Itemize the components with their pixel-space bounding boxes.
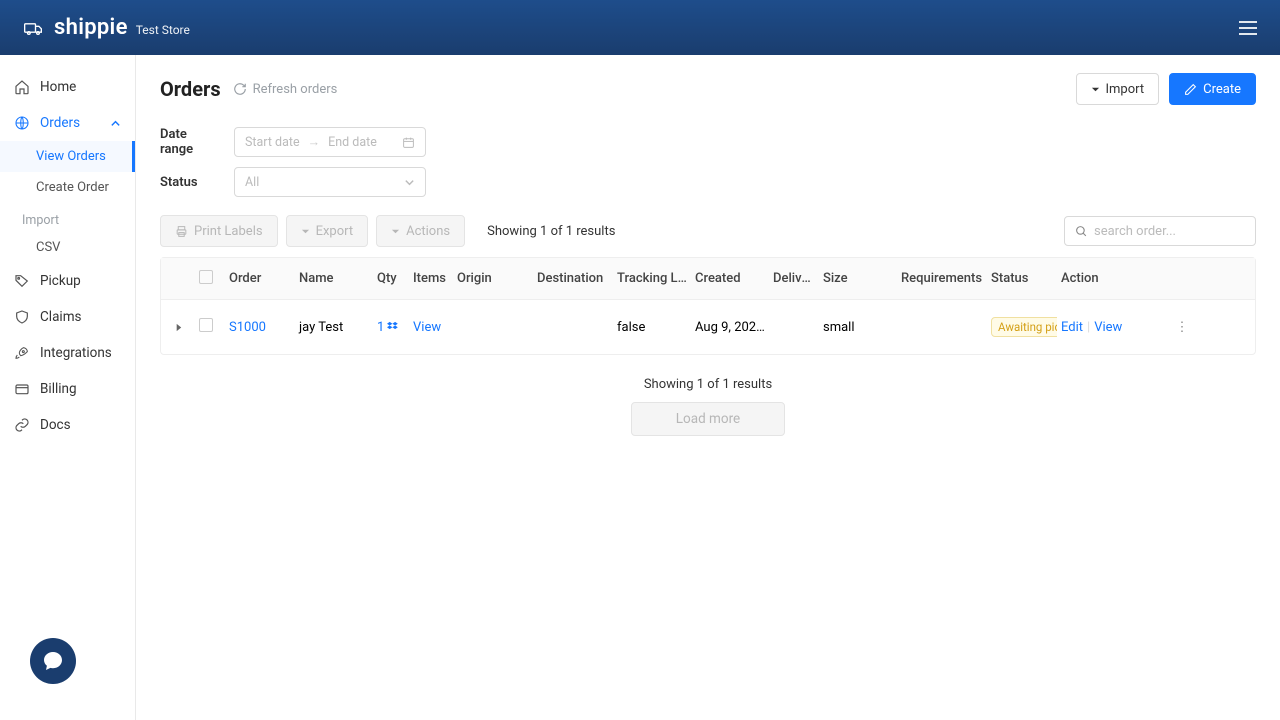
results-summary: Showing 1 of 1 results [487, 224, 615, 239]
top-header: shippie Test Store [0, 0, 1280, 55]
date-range-label: Date range [160, 127, 222, 157]
sidebar-item-integrations[interactable]: Integrations [0, 335, 135, 371]
caret-down-icon [391, 227, 400, 236]
col-delivered: Delivered [769, 271, 819, 286]
order-id-link[interactable]: S1000 [225, 320, 295, 335]
date-range-picker[interactable]: Start date → End date [234, 127, 426, 157]
chevron-up-icon [110, 118, 121, 129]
home-icon [14, 79, 30, 95]
col-size: Size [819, 271, 897, 286]
cell-size: small [819, 320, 897, 335]
sidebar-label: Claims [40, 309, 82, 325]
cell-qty[interactable]: 1 [373, 320, 409, 335]
refresh-orders[interactable]: Refresh orders [233, 82, 338, 97]
refresh-icon [233, 82, 247, 96]
sidebar-item-orders[interactable]: Orders [0, 105, 135, 141]
sidebar-sub-create-order[interactable]: Create Order [0, 172, 135, 203]
arrow-right-icon: → [308, 135, 321, 150]
sidebar-item-home[interactable]: Home [0, 69, 135, 105]
sidebar-label: Integrations [40, 345, 112, 361]
edit-link[interactable]: Edit [1061, 320, 1083, 335]
end-date-ph: End date [328, 135, 377, 150]
row-expand[interactable] [161, 323, 195, 332]
start-date-ph: Start date [245, 135, 300, 150]
shield-icon [14, 309, 30, 325]
chevron-down-icon [404, 177, 415, 188]
rocket-icon [14, 345, 30, 361]
col-status: Status [987, 271, 1057, 286]
sidebar-item-docs[interactable]: Docs [0, 407, 135, 443]
cell-status: Awaiting picku [987, 317, 1057, 337]
sidebar: Home Orders View Orders Create Order Imp… [0, 55, 136, 720]
tag-icon [14, 273, 30, 289]
col-origin: Origin [453, 271, 533, 286]
search-icon [1075, 225, 1088, 238]
col-tracking: Tracking Link [613, 271, 691, 286]
table-row: S1000 jay Test 1 View false Aug 9, 202..… [161, 300, 1255, 354]
chat-icon [41, 649, 65, 673]
col-items: Items [409, 271, 453, 286]
sidebar-item-claims[interactable]: Claims [0, 299, 135, 335]
col-qty: Qty [373, 271, 409, 286]
globe-icon [14, 115, 30, 131]
sidebar-heading-import: Import [0, 203, 135, 232]
box-truck-icon [22, 18, 44, 38]
cell-created: Aug 9, 202... [691, 320, 769, 335]
row-more-menu[interactable]: ⋮ [1167, 320, 1197, 335]
sidebar-sub-view-orders[interactable]: View Orders [0, 141, 135, 172]
print-labels-button[interactable]: Print Labels [160, 215, 278, 247]
col-action: Action [1057, 271, 1167, 286]
search-input[interactable]: search order... [1064, 216, 1256, 246]
sidebar-label: Billing [40, 381, 77, 397]
content-area: Orders Refresh orders Import Create [136, 55, 1280, 720]
menu-icon[interactable] [1238, 20, 1258, 36]
orders-table: Order Name Qty Items Origin Destination … [160, 257, 1256, 355]
calendar-icon [402, 136, 415, 149]
link-icon [14, 417, 30, 433]
sidebar-item-pickup[interactable]: Pickup [0, 263, 135, 299]
view-link[interactable]: View [1094, 320, 1122, 335]
actions-button[interactable]: Actions [376, 215, 465, 247]
sidebar-item-billing[interactable]: Billing [0, 371, 135, 407]
caret-down-icon [1091, 85, 1100, 94]
col-requirements: Requirements [897, 271, 987, 286]
cell-action: Edit | View [1057, 320, 1167, 335]
sidebar-sub-csv[interactable]: CSV [0, 232, 135, 263]
pencil-icon [1184, 83, 1197, 96]
col-order: Order [225, 271, 295, 286]
col-destination: Destination [533, 271, 613, 286]
table-header: Order Name Qty Items Origin Destination … [161, 258, 1255, 300]
items-view-link[interactable]: View [409, 320, 453, 335]
cell-tracking: false [613, 320, 691, 335]
status-select[interactable]: All [234, 167, 426, 197]
footer-results: Showing 1 of 1 results [160, 377, 1256, 392]
dropbox-icon [387, 321, 399, 333]
load-more-button[interactable]: Load more [631, 402, 785, 436]
store-name: Test Store [136, 23, 190, 37]
sidebar-label: Docs [40, 417, 71, 433]
brand: shippie Test Store [22, 15, 190, 40]
chat-fab[interactable] [30, 638, 76, 684]
caret-down-icon [301, 227, 310, 236]
sidebar-label: Home [40, 79, 76, 95]
card-icon [14, 381, 30, 397]
brand-name: shippie [54, 15, 128, 40]
import-button[interactable]: Import [1076, 73, 1160, 105]
cell-name: jay Test [295, 320, 373, 335]
export-button[interactable]: Export [286, 215, 369, 247]
col-name: Name [295, 271, 373, 286]
status-filter-label: Status [160, 175, 222, 190]
sidebar-label: Orders [40, 115, 80, 131]
status-badge: Awaiting picku [991, 317, 1057, 337]
page-title: Orders [160, 77, 221, 101]
col-created: Created [691, 271, 769, 286]
printer-icon [175, 225, 188, 238]
create-button[interactable]: Create [1169, 73, 1256, 105]
sidebar-label: Pickup [40, 273, 81, 289]
select-all-checkbox[interactable] [199, 270, 213, 284]
row-checkbox[interactable] [199, 318, 213, 332]
